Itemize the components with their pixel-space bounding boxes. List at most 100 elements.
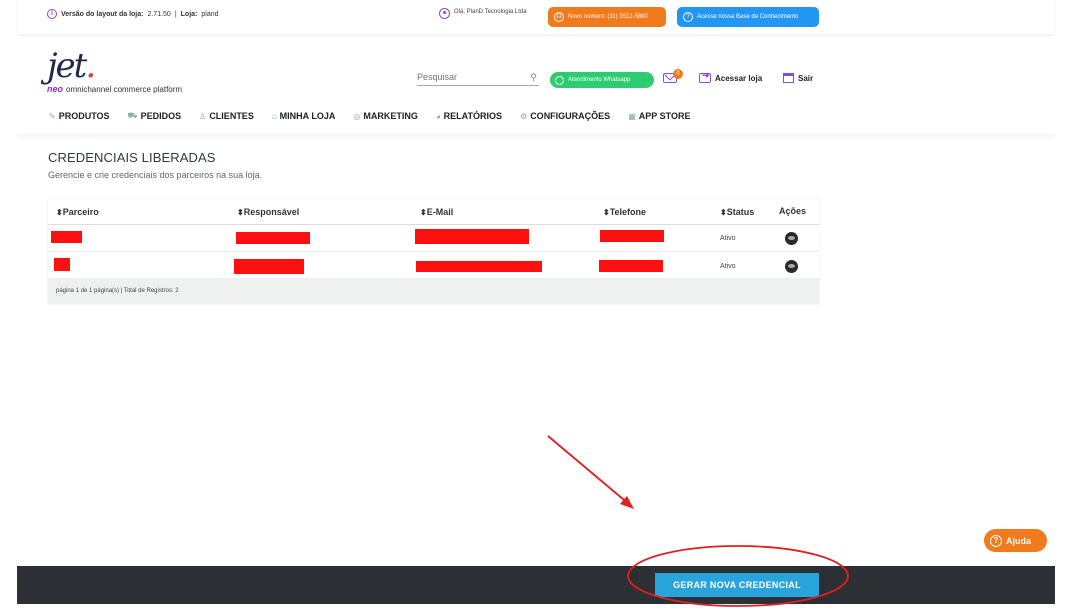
sort-icon: ⬍ xyxy=(720,208,727,217)
page-subtitle: Gerencie e crie credenciais dos parceiro… xyxy=(48,170,263,180)
knowledge-base-pill[interactable]: ? Acesse nossa Base de Conhecimento xyxy=(677,7,819,27)
redaction-responsavel xyxy=(236,232,310,244)
nav-marketing[interactable]: ◎ MARKETING xyxy=(353,111,417,121)
redaction-responsavel xyxy=(234,259,304,274)
phone-pill-text: Novo número: (11) 3512-5880 xyxy=(568,13,648,20)
nav-pedidos[interactable]: ⛟ PEDIDOS xyxy=(128,111,182,121)
user-icon: ♙ xyxy=(199,111,207,121)
question-icon: ? xyxy=(683,12,693,22)
phone-pill[interactable]: ☊ Novo número: (11) 3512-5880 xyxy=(548,7,666,27)
store-icon: ⌂ xyxy=(271,111,277,121)
page: i Versão do layout da loja: 2.71.50 | Lo… xyxy=(0,0,1080,616)
col-label: Ações xyxy=(779,206,807,216)
apps-icon: ▦ xyxy=(628,111,636,121)
logout-link[interactable]: Sair xyxy=(783,73,813,83)
layout-version: i Versão do layout da loja: 2.71.50 | Lo… xyxy=(47,9,219,19)
pagination-info: página 1 de 1 página(s) | Total de Regis… xyxy=(48,279,819,304)
sort-icon: ⬍ xyxy=(420,208,427,217)
nav-label: MARKETING xyxy=(363,111,418,121)
edit-icon: ✎ xyxy=(49,111,56,121)
search-box: ⚲ xyxy=(417,72,539,86)
redaction-email xyxy=(416,261,542,272)
chart-icon: ◕ xyxy=(435,111,441,121)
help-button[interactable]: ? Ajuda xyxy=(984,529,1047,552)
col-responsavel[interactable]: ⬍Responsável xyxy=(237,207,299,217)
main-nav: ✎ PRODUTOS ⛟ PEDIDOS ♙ CLIENTES ⌂ MINHA LOJA… xyxy=(49,111,708,121)
version-label: Versão do layout da loja: xyxy=(61,10,144,18)
col-telefone[interactable]: ⬍Telefone xyxy=(603,207,646,217)
nav-configuracoes[interactable]: ⚙ CONFIGURAÇÕES xyxy=(520,111,610,121)
redaction-parceiro xyxy=(54,258,70,271)
nav-produtos[interactable]: ✎ PRODUTOS xyxy=(49,111,110,121)
col-label: Status xyxy=(726,207,755,217)
jet-logo[interactable]: jet. neo omnichannel commerce platform xyxy=(47,49,182,94)
headset-icon: ☊ xyxy=(554,12,564,22)
nav-label: PEDIDOS xyxy=(140,111,182,121)
nav-label: CONFIGURAÇÕES xyxy=(530,111,611,121)
bottom-action-bar: GERAR NOVA CREDENCIAL xyxy=(17,566,1055,604)
question-icon: ? xyxy=(990,534,1002,547)
col-label: Responsável xyxy=(243,207,300,217)
top-info-bar: i Versão do layout da loja: 2.71.50 | Lo… xyxy=(17,0,1055,34)
redaction-telefone xyxy=(600,230,664,242)
col-label: E-Mail xyxy=(426,207,454,217)
logout-label: Sair xyxy=(798,73,814,83)
access-store-label: Acessar loja xyxy=(715,73,763,83)
whatsapp-label: Atendimento Whatsapp xyxy=(568,77,631,83)
nav-label: CLIENTES xyxy=(209,111,254,121)
status-badge: Ativo xyxy=(720,235,736,242)
sort-icon: ⬍ xyxy=(603,208,610,217)
help-label: Ajuda xyxy=(1006,535,1032,546)
table-row: Ativo xyxy=(48,225,819,252)
col-label: Telefone xyxy=(609,207,647,217)
app-frame: i Versão do layout da loja: 2.71.50 | Lo… xyxy=(17,0,1055,616)
nav-clientes[interactable]: ♙ CLIENTES xyxy=(199,111,254,121)
nav-label: MINHA LOJA xyxy=(279,111,336,121)
nav-label: PRODUTOS xyxy=(58,111,110,121)
building-icon xyxy=(783,73,794,83)
redaction-email xyxy=(415,229,529,244)
nav-divider xyxy=(17,128,1055,134)
kb-pill-text: Acesse nossa Base de Conhecimento xyxy=(697,13,799,20)
whatsapp-icon xyxy=(555,75,564,85)
access-store-link[interactable]: Acessar loja xyxy=(699,70,763,83)
separator: | xyxy=(174,10,177,18)
col-label: Parceiro xyxy=(62,207,99,217)
generate-credential-button[interactable]: GERAR NOVA CREDENCIAL xyxy=(655,573,819,597)
col-parceiro[interactable]: ⬍Parceiro xyxy=(56,207,99,217)
table-row: Ativo xyxy=(48,252,819,279)
view-icon[interactable] xyxy=(785,232,798,245)
redaction-parceiro xyxy=(51,231,82,243)
target-icon: ◎ xyxy=(353,111,361,121)
sort-icon: ⬍ xyxy=(56,208,63,217)
logo-text: jet xyxy=(47,46,87,86)
store-label: Loja: xyxy=(180,10,198,18)
sort-icon: ⬍ xyxy=(237,208,244,217)
info-icon: i xyxy=(47,9,57,19)
external-link-icon xyxy=(699,70,711,83)
whatsapp-button[interactable]: Atendimento Whatsapp xyxy=(550,72,654,88)
user-greeting[interactable]: Olá, PlanD Tecnologia Ltda xyxy=(439,8,535,19)
gears-icon: ⚙ xyxy=(520,111,528,121)
user-icon xyxy=(439,8,450,19)
view-icon[interactable] xyxy=(785,260,798,273)
cart-icon: ⛟ xyxy=(127,111,138,120)
col-status[interactable]: ⬍Status xyxy=(720,207,754,217)
nav-relatorios[interactable]: ◕ RELATÓRIOS xyxy=(436,111,502,121)
search-icon[interactable]: ⚲ xyxy=(530,72,537,83)
logo-wordmark: jet. xyxy=(47,49,182,83)
nav-label: RELATÓRIOS xyxy=(443,111,503,121)
greeting-text: Olá, PlanD Tecnologia Ltda xyxy=(454,9,527,15)
status-badge: Ativo xyxy=(720,263,736,270)
version-value: 2.71.50 xyxy=(147,10,171,18)
col-email[interactable]: ⬍E-Mail xyxy=(420,207,453,217)
search-input[interactable] xyxy=(417,72,522,82)
page-title: CREDENCIAIS LIBERADAS xyxy=(48,150,216,165)
store-value: pland xyxy=(201,10,219,18)
table-header: ⬍Parceiro ⬍Responsável ⬍E-Mail ⬍Telefone… xyxy=(48,199,819,225)
nav-app-store[interactable]: ▦ APP STORE xyxy=(628,111,690,121)
mail-badge: 0 xyxy=(673,69,683,79)
nav-label: APP STORE xyxy=(638,111,691,121)
nav-minha-loja[interactable]: ⌂ MINHA LOJA xyxy=(272,111,336,121)
credentials-table: ⬍Parceiro ⬍Responsável ⬍E-Mail ⬍Telefone… xyxy=(48,199,819,304)
